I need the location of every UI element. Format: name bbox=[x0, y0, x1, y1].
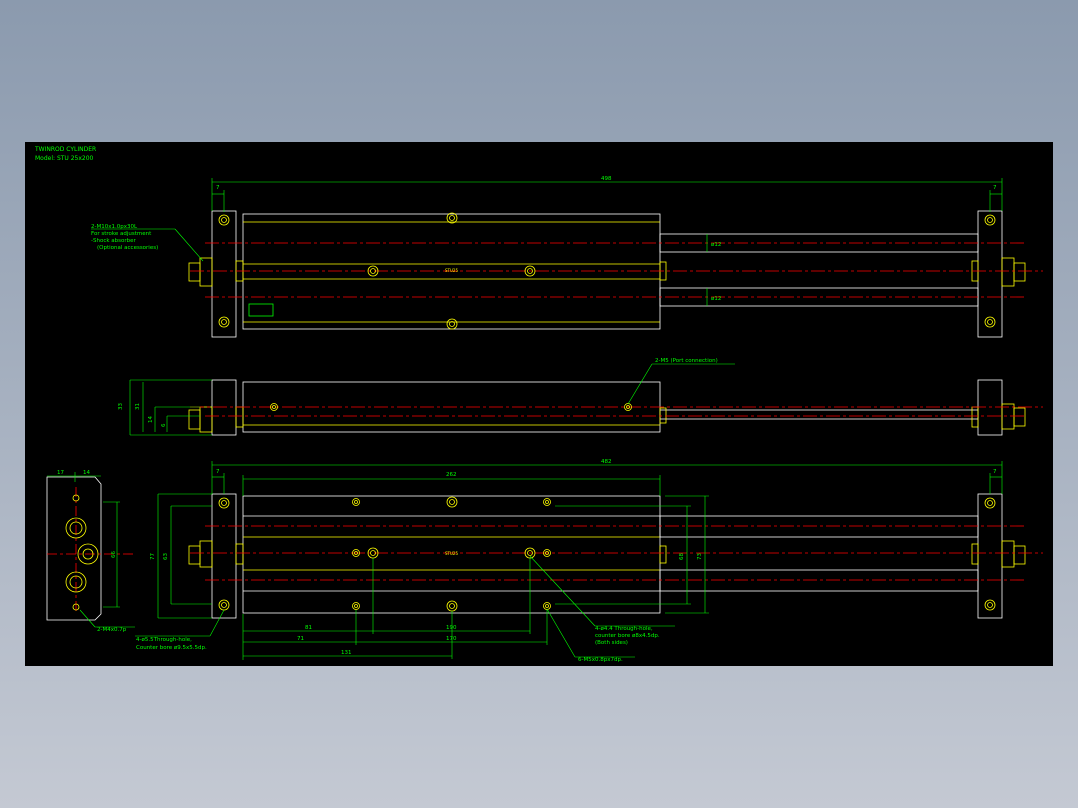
drawing-model: Model: STU 25x200 bbox=[35, 155, 94, 162]
note-through2-line2: counter bore ø8x4.5dp. bbox=[595, 633, 660, 639]
note-through1-line1: 4-ø5.5Through-hole, bbox=[136, 637, 192, 643]
dim-top-left: 7 bbox=[216, 185, 220, 191]
bottom-dimension-lines bbox=[135, 461, 1003, 660]
note-stopper-line2: For stroke adjustment bbox=[91, 231, 152, 237]
note-stopper-line3: -Shock absorber bbox=[91, 238, 137, 244]
dim-height-68: 68 bbox=[679, 553, 685, 560]
dim-height-63: 63 bbox=[163, 553, 169, 560]
side-view bbox=[188, 379, 1043, 436]
dim-side-14: 14 bbox=[148, 416, 154, 423]
dim-190: 190 bbox=[446, 625, 457, 631]
cad-drawing: TWINROD CYLINDER Model: STU 25x200 STU25… bbox=[34, 146, 1043, 663]
note-port: 2-M5 (Port connection) bbox=[655, 358, 718, 364]
dim-bottom-overall: 482 bbox=[601, 459, 612, 465]
dim-rod-dia-1: ø12 bbox=[711, 242, 721, 248]
cad-drawing-area: TWINROD CYLINDER Model: STU 25x200 STU25… bbox=[25, 142, 1053, 666]
dim-end-14: 14 bbox=[83, 470, 90, 476]
note-tap-m5: 6-M5x0.8px7dp. bbox=[578, 657, 623, 663]
dim-side-31: 31 bbox=[135, 403, 141, 410]
note-through2-line1: 4-ø4.4 Through-hole, bbox=[595, 626, 653, 632]
center-mark-bottom: STU25 bbox=[445, 551, 458, 556]
center-mark-top: STU25 bbox=[445, 268, 458, 273]
dim-bottom-left: 7 bbox=[216, 469, 220, 475]
dim-170: 170 bbox=[446, 636, 457, 642]
dim-top-overall: 498 bbox=[601, 176, 612, 182]
drawing-title: TWINROD CYLINDER bbox=[34, 146, 96, 153]
dim-body-length: 262 bbox=[446, 472, 457, 478]
note-side-tap: 2-M4x0.7p bbox=[97, 627, 127, 633]
dim-71: 71 bbox=[297, 636, 304, 642]
note-stopper-line4: (Optional accessories) bbox=[97, 245, 158, 251]
dim-side-33: 33 bbox=[118, 403, 124, 410]
dim-rod-dia-2: ø12 bbox=[711, 296, 721, 302]
top-view bbox=[188, 210, 1043, 338]
side-dimension-lines bbox=[129, 363, 735, 436]
dim-bottom-right: 7 bbox=[993, 469, 997, 475]
dim-height-77: 77 bbox=[150, 553, 156, 560]
dim-height-73: 73 bbox=[697, 553, 703, 560]
dim-131: 131 bbox=[341, 650, 352, 656]
bottom-view bbox=[188, 493, 1043, 619]
end-dimension-lines bbox=[47, 472, 135, 628]
end-view bbox=[46, 476, 133, 621]
dim-side-6: 6 bbox=[161, 423, 167, 427]
top-dimension-lines bbox=[91, 178, 1003, 306]
note-through1-line2: Counter bore ø9.5x5.5dp. bbox=[136, 645, 207, 651]
dim-top-right: 7 bbox=[993, 185, 997, 191]
note-stopper-line1: 2-M10x1.0px30L bbox=[91, 224, 138, 230]
dim-81: 81 bbox=[305, 625, 312, 631]
dim-end-17: 17 bbox=[57, 470, 64, 476]
dim-end-66: 66 bbox=[111, 551, 117, 558]
note-through2-line3: (Both sides) bbox=[595, 640, 628, 646]
